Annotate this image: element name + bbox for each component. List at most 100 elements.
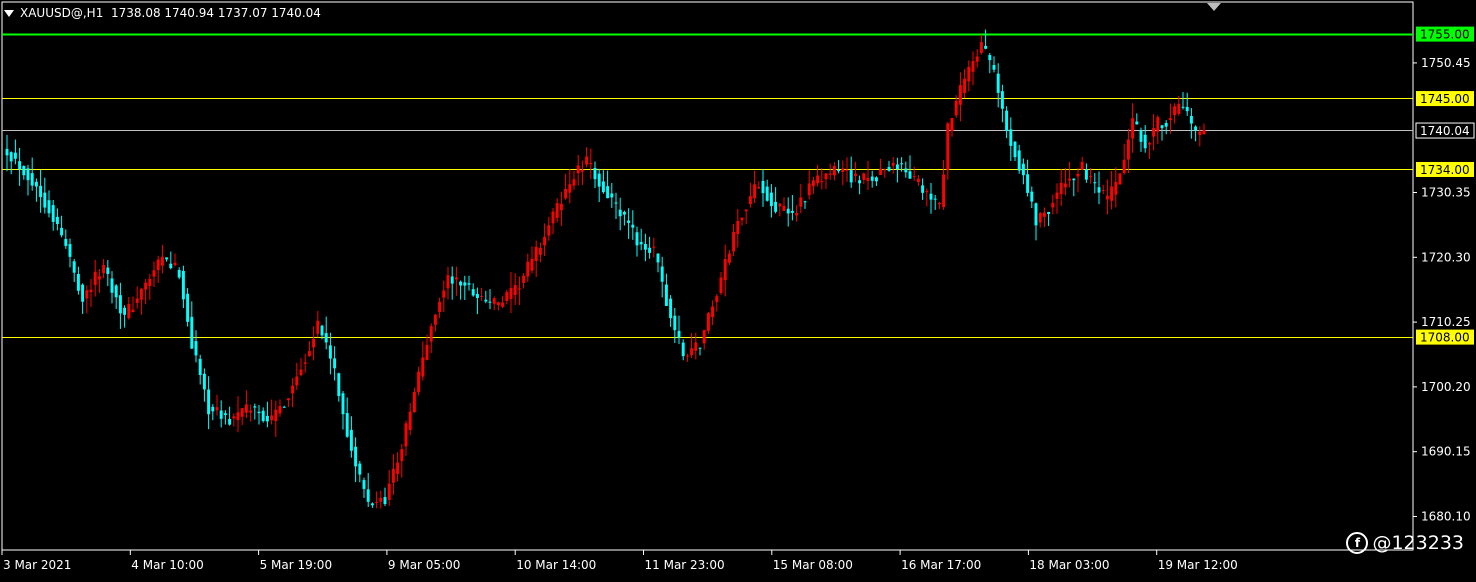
candle-body: [853, 173, 857, 176]
candle-body: [622, 211, 626, 215]
candle-body: [845, 169, 849, 171]
y-tick-label: 1750.45: [1421, 56, 1471, 70]
candle-body: [559, 203, 563, 211]
candle-body: [396, 462, 400, 474]
candle-body: [1097, 187, 1101, 193]
candle-body: [215, 407, 219, 411]
candle-body: [64, 238, 68, 246]
candle-body: [404, 423, 408, 447]
candle-body: [1173, 106, 1177, 116]
candle-body: [803, 201, 807, 203]
candle-body: [635, 232, 639, 246]
y-tick-label: 1690.15: [1421, 445, 1471, 459]
candle-body: [442, 290, 446, 298]
candle-body: [984, 45, 988, 49]
candle-body: [286, 398, 290, 401]
candle-body: [475, 293, 479, 299]
candle-body: [593, 167, 597, 180]
watermark-text: @123233: [1372, 531, 1464, 554]
candle-body: [837, 169, 841, 172]
candle-body: [921, 185, 925, 193]
candle-body: [5, 148, 9, 156]
candle-body: [841, 168, 845, 173]
candle-body: [480, 295, 484, 297]
candle-body: [1093, 182, 1097, 184]
candle-body: [1038, 213, 1042, 223]
candle-body: [858, 180, 862, 184]
candle-body: [366, 489, 370, 502]
candle-body: [1185, 106, 1189, 112]
candle-body: [299, 369, 303, 376]
candle-body: [912, 176, 916, 178]
candle-body: [551, 211, 555, 224]
price-chart: 1750.45 1730.35 1720.30 1710.25 1700.20 1690.…: [0, 0, 1476, 578]
candle-body: [681, 342, 685, 357]
level-price-label: 1755.00: [1420, 28, 1470, 42]
candle-body: [26, 168, 30, 181]
candle-body: [22, 165, 26, 176]
candle-body: [488, 301, 492, 303]
candle-body: [261, 410, 265, 422]
candle-body: [1181, 106, 1185, 108]
candle-body: [438, 301, 442, 313]
candle-body: [501, 302, 505, 307]
candle-body: [1143, 134, 1147, 149]
candle-body: [534, 246, 538, 261]
candle-body: [929, 193, 933, 200]
candle-body: [1030, 191, 1034, 202]
candle-body: [723, 259, 727, 281]
candle-body: [198, 358, 202, 375]
candle-body: [1110, 186, 1114, 201]
candle-body: [610, 193, 614, 198]
candle-body: [585, 156, 589, 165]
chart-shift-marker-icon[interactable]: [1207, 3, 1221, 11]
level-price-label: 1745.00: [1420, 92, 1470, 106]
x-tick-label: 3 Mar 2021: [3, 558, 71, 572]
candle-body: [580, 169, 584, 172]
candle-body: [950, 117, 954, 131]
candle-body: [417, 371, 421, 393]
candle-body: [30, 173, 34, 186]
y-tick-label: 1720.30: [1421, 250, 1471, 264]
candle-body: [702, 330, 706, 344]
y-tick-label: 1700.20: [1421, 380, 1471, 394]
candle-body: [1076, 173, 1080, 177]
candle-body: [1194, 126, 1198, 131]
candle-body: [765, 186, 769, 201]
candle-body: [979, 42, 983, 53]
x-tick-label: 18 Mar 03:00: [1029, 558, 1109, 572]
candle-body: [68, 244, 72, 257]
candle-body: [992, 65, 996, 70]
candle-body: [782, 206, 786, 212]
candle-body: [194, 341, 198, 356]
candle-body: [891, 162, 895, 166]
candle-body: [303, 362, 307, 364]
candle-body: [904, 168, 908, 173]
candle-body: [1101, 189, 1105, 191]
x-tick-label: 5 Mar 19:00: [260, 558, 333, 572]
candle-body: [110, 278, 114, 293]
candle-body: [60, 227, 64, 236]
candle-body: [47, 200, 51, 214]
candle-body: [639, 242, 643, 245]
candle-body: [895, 164, 899, 170]
dropdown-triangle-icon[interactable]: [4, 10, 14, 17]
brand-logo-icon: f: [1346, 532, 1369, 554]
candle-body: [1034, 203, 1038, 226]
candle-body: [1139, 130, 1143, 142]
candle-body: [282, 406, 286, 408]
candle-body: [177, 269, 181, 278]
candle-body: [883, 169, 887, 171]
candle-body: [925, 191, 929, 193]
watermark: f @123233: [1346, 531, 1464, 554]
candle-body: [173, 262, 177, 266]
candle-body: [870, 176, 874, 181]
candle-body: [219, 410, 223, 419]
candle-body: [1009, 129, 1013, 146]
candle-body: [358, 463, 362, 475]
candle-body: [1114, 181, 1118, 195]
candle-body: [328, 345, 332, 359]
candle-body: [1068, 178, 1072, 181]
candle-body: [102, 265, 106, 274]
candle-body: [769, 192, 773, 207]
